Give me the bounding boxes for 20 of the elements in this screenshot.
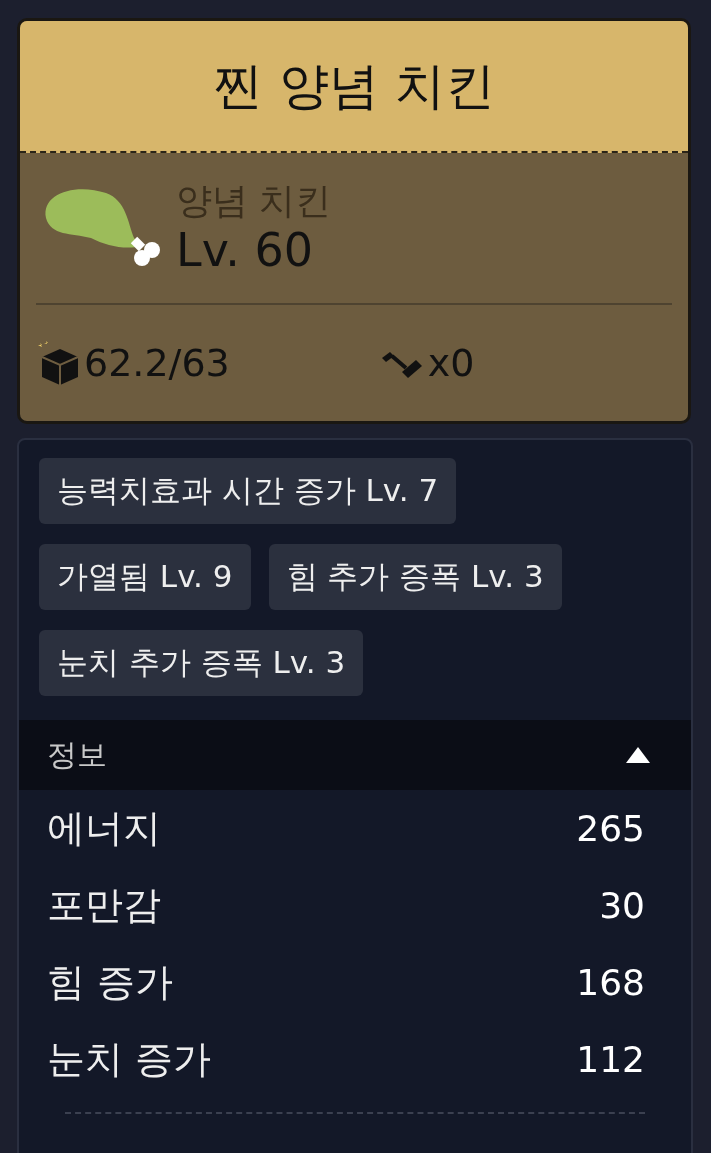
effect-tag: 가열됨 Lv. 9 — [39, 544, 251, 610]
stat-name: 힘 증가 — [47, 959, 174, 1006]
stat-value: 112 — [576, 1039, 645, 1080]
stat-value: 30 — [599, 885, 645, 926]
effect-tag: 눈치 추가 증폭 Lv. 3 — [39, 630, 364, 696]
item-title: 찐 양념 치킨 — [213, 55, 495, 117]
stat-name: 에너지 — [47, 805, 161, 852]
effect-tag: 능력치효과 시간 증가 Lv. 7 — [39, 458, 457, 524]
item-level: Lv. 60 — [176, 223, 315, 277]
weight-value: 62.2/63 — [84, 341, 230, 385]
section-title: 정보 — [47, 735, 107, 774]
stat-name: 눈치 증가 — [47, 1036, 212, 1083]
stat-value: 168 — [576, 962, 645, 1003]
collapse-icon[interactable] — [625, 745, 651, 765]
count-value: x0 — [427, 341, 475, 385]
stat-value: 265 — [576, 808, 645, 849]
cube-icon — [36, 341, 80, 385]
section-header[interactable]: 정보 — [19, 720, 691, 790]
effect-tag: 힘 추가 증폭 Lv. 3 — [268, 544, 562, 610]
stat-name: 포만감 — [47, 882, 161, 929]
